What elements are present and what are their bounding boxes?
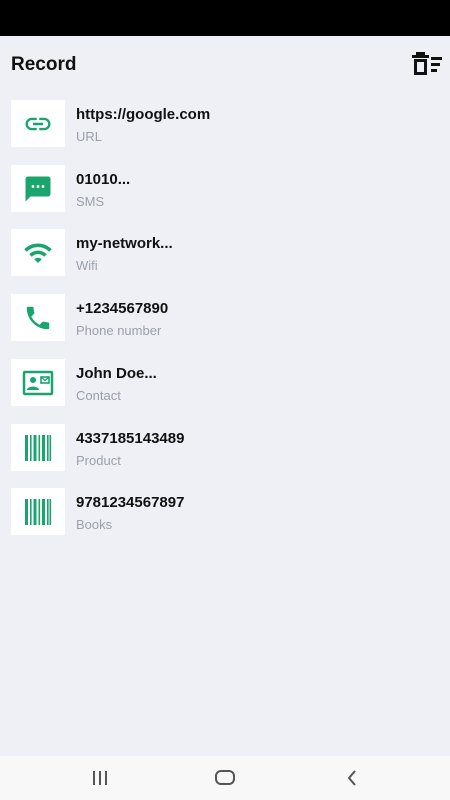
- phone-icon: [26, 306, 50, 329]
- icon-tile: [11, 424, 65, 471]
- record-value: https://google.com: [76, 106, 211, 123]
- record-value: 4337185143489: [76, 430, 185, 447]
- list-item-books[interactable]: 9781234567897 Books: [0, 482, 450, 542]
- recents-icon: [93, 771, 107, 785]
- wifi-icon: [24, 243, 52, 263]
- status-bar: [0, 0, 450, 36]
- icon-tile: [11, 229, 65, 276]
- list-item-wifi[interactable]: my-network... Wifi: [0, 223, 450, 283]
- system-nav-bar: [0, 756, 450, 800]
- record-value: my-network...: [76, 235, 173, 252]
- record-type: Contact: [76, 388, 121, 403]
- list-item-phone[interactable]: +1234567890 Phone number: [0, 288, 450, 348]
- home-button[interactable]: [205, 764, 245, 792]
- list-item-product[interactable]: 4337185143489 Product: [0, 418, 450, 478]
- message-icon: [25, 176, 51, 201]
- record-value: 9781234567897: [76, 494, 185, 511]
- record-value: 01010...: [76, 171, 131, 188]
- app-bar: Record: [0, 36, 450, 94]
- icon-tile: [11, 359, 65, 406]
- delete-sweep-icon: [412, 52, 442, 75]
- icon-tile: [11, 488, 65, 535]
- back-button[interactable]: [332, 764, 372, 792]
- barcode-icon: [25, 434, 52, 461]
- barcode-icon: [25, 498, 52, 525]
- recents-button[interactable]: [80, 764, 120, 792]
- record-type: Books: [76, 517, 113, 532]
- record-type: Phone number: [76, 323, 162, 338]
- icon-tile: [11, 165, 65, 212]
- list-item-sms[interactable]: 01010... SMS: [0, 159, 450, 219]
- record-value: John Doe...: [76, 365, 157, 382]
- page-title: Record: [11, 54, 77, 75]
- home-icon: [215, 770, 235, 785]
- contact-card-icon: [22, 370, 54, 395]
- record-type: SMS: [76, 194, 105, 209]
- icon-tile: [11, 100, 65, 147]
- clear-history-button[interactable]: [410, 50, 444, 78]
- list-item-url[interactable]: https://google.com URL: [0, 94, 450, 154]
- record-type: Wifi: [76, 258, 98, 273]
- record-type: URL: [76, 129, 103, 144]
- list-item-contact[interactable]: John Doe... Contact: [0, 353, 450, 413]
- record-type: Product: [76, 453, 121, 468]
- link-icon: [25, 117, 51, 130]
- back-icon: [347, 770, 356, 786]
- icon-tile: [11, 294, 65, 341]
- record-value: +1234567890: [76, 300, 169, 317]
